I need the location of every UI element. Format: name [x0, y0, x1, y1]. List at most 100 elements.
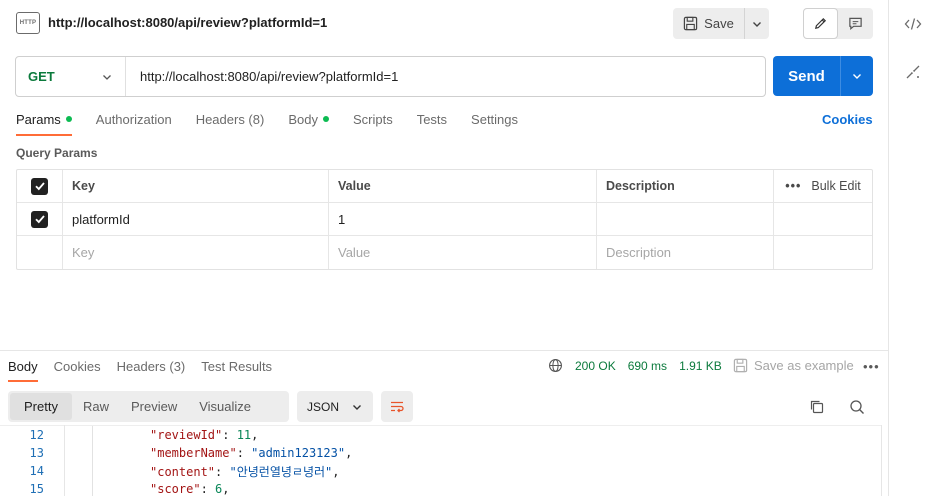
bulk-edit-label: Bulk Edit [811, 179, 861, 193]
right-sidebar-divider [888, 0, 889, 496]
save-button[interactable]: Save [673, 8, 745, 39]
tab-label: Scripts [352, 111, 393, 127]
line-number: 13 [29, 446, 44, 460]
view-tab-pretty[interactable]: Pretty [10, 393, 72, 420]
new-value-input[interactable]: Value [329, 236, 597, 269]
query-params-heading: Query Params [16, 146, 98, 160]
row-checkbox-cell [17, 236, 63, 269]
new-description-input[interactable]: Description [597, 236, 774, 269]
param-description-cell[interactable] [597, 203, 774, 235]
url-input[interactable]: http://localhost:8080/api/review?platfor… [126, 69, 398, 84]
tab-scripts[interactable]: Scripts [353, 104, 393, 134]
request-type-label: HTTP [19, 20, 37, 26]
line-number: 14 [29, 464, 44, 478]
view-tab-preview[interactable]: Preview [120, 393, 188, 420]
collapse-arrows-icon [906, 65, 920, 79]
save-as-example-label: Save as example [754, 358, 854, 373]
more-options-icon[interactable]: ••• [863, 359, 880, 374]
param-value-cell[interactable]: 1 [329, 203, 597, 235]
row-actions-cell [774, 236, 872, 269]
response-size[interactable]: 1.91 KB [679, 359, 722, 373]
params-indicator-dot [65, 116, 72, 122]
tab-headers[interactable]: Headers (8) [196, 104, 265, 134]
request-tabs: Params Authorization Headers (8) Body Sc… [16, 104, 542, 137]
edit-button[interactable] [803, 8, 838, 39]
format-label: JSON [307, 399, 340, 414]
method-label: GET [28, 69, 55, 84]
save-label: Save [704, 16, 734, 31]
indent-guide [92, 426, 93, 444]
json-value: "안녕런열녕ㄹ녕러" [229, 464, 333, 479]
tab-label: Body [288, 111, 318, 127]
bulk-edit-button[interactable]: ••• Bulk Edit [774, 170, 872, 202]
column-header-value: Value [329, 170, 597, 202]
response-tab-cookies[interactable]: Cookies [54, 352, 101, 380]
response-time[interactable]: 690 ms [628, 359, 667, 373]
search-icon [850, 400, 864, 414]
line-number: 12 [29, 428, 44, 442]
send-button[interactable]: Send [773, 56, 841, 96]
tab-label: Tests [416, 111, 448, 127]
json-key: "memberName" [150, 446, 237, 460]
json-key: "score" [150, 482, 201, 496]
column-header-key: Key [63, 170, 329, 202]
copy-icon [810, 400, 824, 414]
search-response-button[interactable] [845, 395, 869, 419]
cookies-link[interactable]: Cookies [822, 112, 873, 127]
code-text: "memberName": "admin123123", [150, 446, 353, 460]
wrap-lines-button[interactable] [381, 391, 413, 422]
new-key-input[interactable]: Key [63, 236, 329, 269]
send-button-group: Send [773, 56, 873, 96]
tab-params[interactable]: Params [16, 104, 72, 136]
code-snippet-button[interactable] [903, 14, 923, 34]
request-title[interactable]: http://localhost:8080/api/review?platfor… [48, 15, 327, 30]
json-key: "content" [150, 464, 216, 479]
view-tab-raw[interactable]: Raw [72, 393, 120, 420]
save-disk-icon [683, 16, 698, 31]
json-key: "reviewId" [150, 428, 223, 442]
view-mode-toggle [803, 8, 873, 39]
code-line: 15 "score": 6, [0, 480, 230, 496]
save-as-example-button[interactable]: Save as example [733, 358, 854, 373]
response-tab-body[interactable]: Body [8, 352, 38, 382]
status-code[interactable]: 200 OK [575, 359, 616, 373]
send-options-button[interactable] [841, 56, 873, 96]
line-number: 15 [29, 482, 44, 496]
json-value: "admin123123" [251, 446, 346, 460]
param-key-cell[interactable]: platformId [63, 203, 329, 235]
gutter-divider [64, 425, 65, 496]
response-body-editor[interactable]: 12 "reviewId": 11, 13 "memberName": "adm… [0, 425, 882, 496]
globe-icon [549, 359, 562, 372]
tab-body[interactable]: Body [288, 104, 329, 134]
response-tab-test-results[interactable]: Test Results [201, 352, 272, 380]
response-tab-headers[interactable]: Headers (3) [117, 352, 186, 380]
save-disk-icon [733, 358, 748, 373]
code-line: 14 "content": "안녕런열녕ㄹ녕러", [0, 462, 340, 480]
save-options-button[interactable] [745, 18, 769, 30]
code-text: "reviewId": 11, [150, 428, 259, 442]
save-button-group: Save [673, 8, 769, 39]
table-row: platformId 1 [17, 203, 872, 236]
tab-label: Headers (8) [195, 111, 265, 127]
more-options-icon: ••• [785, 179, 802, 193]
tab-authorization[interactable]: Authorization [96, 104, 172, 134]
chevron-down-icon [353, 404, 361, 410]
tab-settings[interactable]: Settings [471, 104, 518, 134]
tab-tests[interactable]: Tests [417, 104, 447, 134]
method-select[interactable]: GET [16, 57, 126, 96]
comments-button[interactable] [838, 8, 873, 39]
row-checkbox[interactable] [31, 210, 48, 228]
editor-right-border [881, 425, 882, 496]
select-all-checkbox[interactable] [31, 177, 48, 195]
copy-response-button[interactable] [805, 395, 829, 419]
code-line: 13 "memberName": "admin123123", [0, 444, 352, 462]
code-line: 12 "reviewId": 11, [0, 426, 258, 444]
related-collections-button[interactable] [903, 62, 923, 82]
select-all-checkbox-cell [17, 170, 63, 202]
row-actions-cell [774, 203, 872, 235]
response-tabs: Body Cookies Headers (3) Test Results [8, 352, 288, 382]
view-tab-visualize[interactable]: Visualize [188, 393, 262, 420]
url-bar: GET http://localhost:8080/api/review?pla… [15, 56, 766, 97]
format-select[interactable]: JSON [297, 391, 373, 422]
indent-guide [92, 462, 93, 480]
